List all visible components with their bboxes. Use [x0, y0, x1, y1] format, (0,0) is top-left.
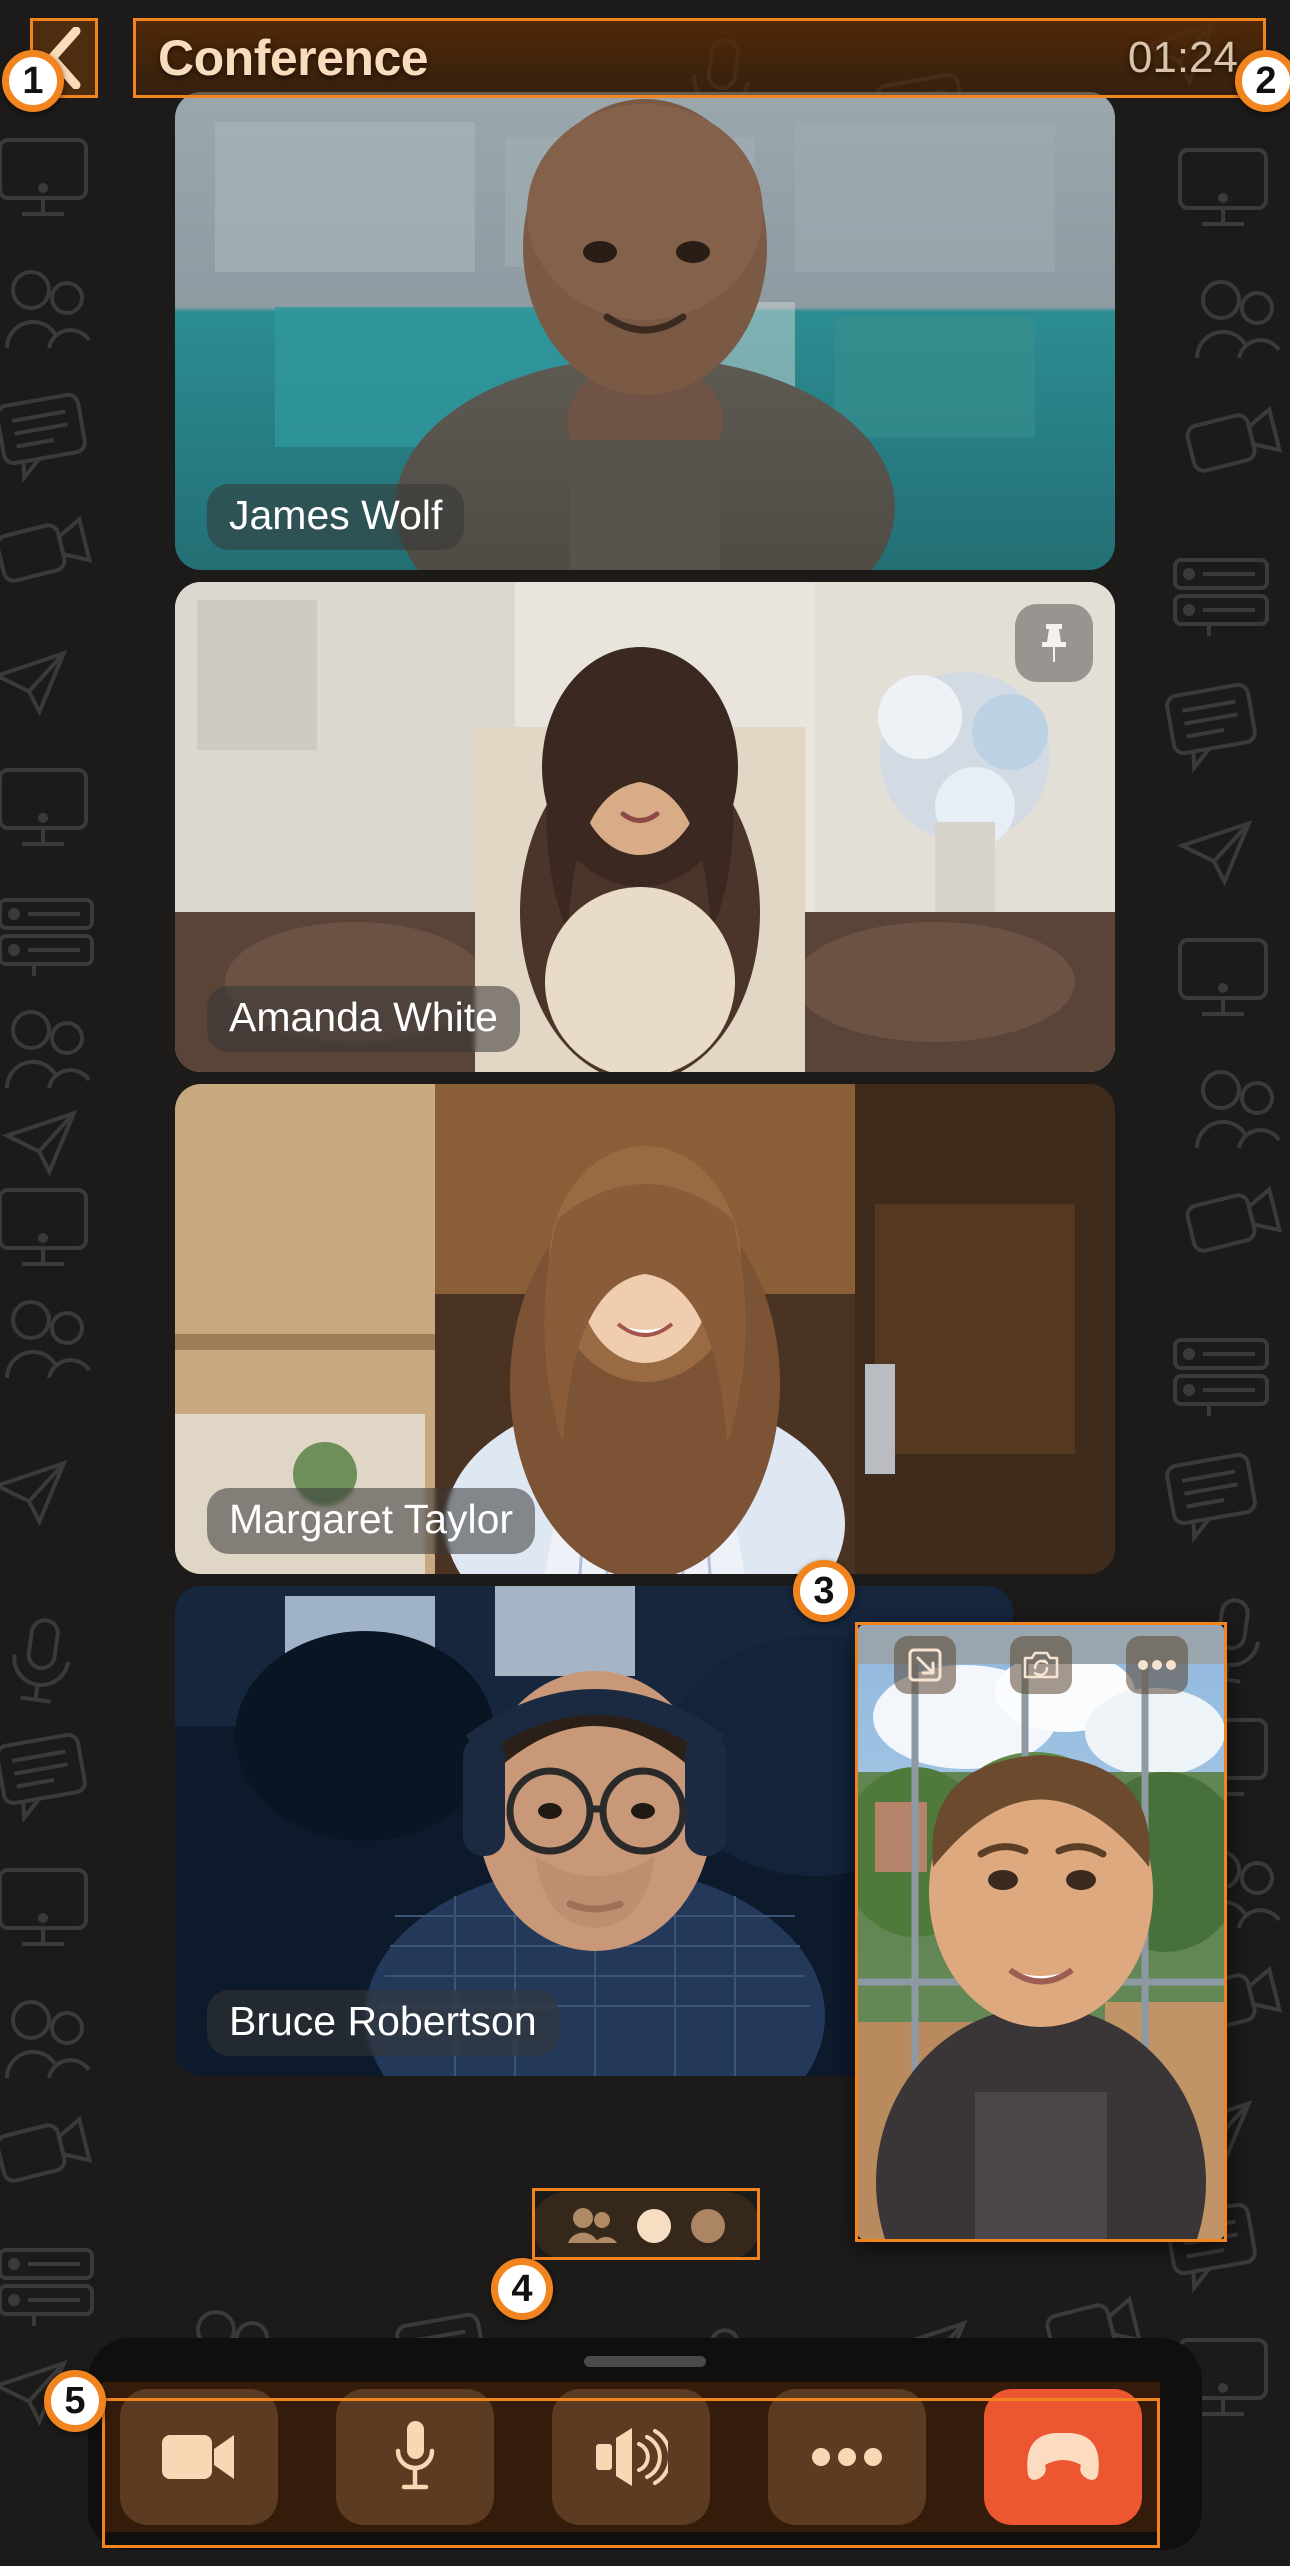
- more-icon: [812, 2448, 882, 2466]
- pin-icon[interactable]: [1015, 604, 1093, 682]
- video-camera-icon: [162, 2435, 234, 2479]
- annotation-marker-4: 4: [491, 2258, 553, 2320]
- annotation-marker-2: 2: [1235, 50, 1290, 112]
- video-conference-screen: James Wolf Amanda White Margaret Taylor …: [0, 0, 1290, 2566]
- participant-name: Margaret Taylor: [207, 1487, 536, 1554]
- bottom-toolbar: [102, 2382, 1160, 2532]
- more-horizontal-icon[interactable]: [1126, 1636, 1188, 1694]
- page-indicator[interactable]: [532, 2192, 760, 2260]
- page-dot-inactive[interactable]: [691, 2209, 725, 2243]
- annotation-marker-1: 1: [2, 50, 64, 112]
- microphone-toggle-button[interactable]: [336, 2389, 494, 2525]
- participant-name: Bruce Robertson: [207, 1989, 559, 2056]
- participant-tile-margaret-taylor[interactable]: Margaret Taylor: [175, 1084, 1115, 1574]
- annotation-marker-5: 5: [44, 2370, 106, 2432]
- hang-up-button[interactable]: [984, 2389, 1142, 2525]
- pip-control-bar: [855, 1636, 1227, 1694]
- speaker-icon: [596, 2428, 668, 2486]
- page-dot-active[interactable]: [637, 2209, 671, 2243]
- bottom-toolbar-shell: [88, 2338, 1202, 2550]
- speaker-toggle-button[interactable]: [552, 2389, 710, 2525]
- self-video-feed: [855, 1622, 1227, 2242]
- drag-handle[interactable]: [584, 2356, 706, 2367]
- annotation-marker-3: 3: [793, 1560, 855, 1622]
- participant-tile-james-wolf[interactable]: James Wolf: [175, 92, 1115, 570]
- resize-collapse-icon[interactable]: [894, 1636, 956, 1694]
- participant-name: James Wolf: [207, 483, 465, 550]
- participant-name: Amanda White: [207, 985, 520, 1052]
- microphone-icon: [395, 2421, 435, 2490]
- camera-flip-icon[interactable]: [1010, 1636, 1072, 1694]
- self-view-pip[interactable]: [855, 1622, 1227, 2242]
- more-options-button[interactable]: [768, 2389, 926, 2525]
- hang-up-icon: [1027, 2433, 1099, 2480]
- camera-toggle-button[interactable]: [120, 2389, 278, 2525]
- participant-tile-amanda-white[interactable]: Amanda White: [175, 582, 1115, 1072]
- people-icon: [568, 2208, 617, 2243]
